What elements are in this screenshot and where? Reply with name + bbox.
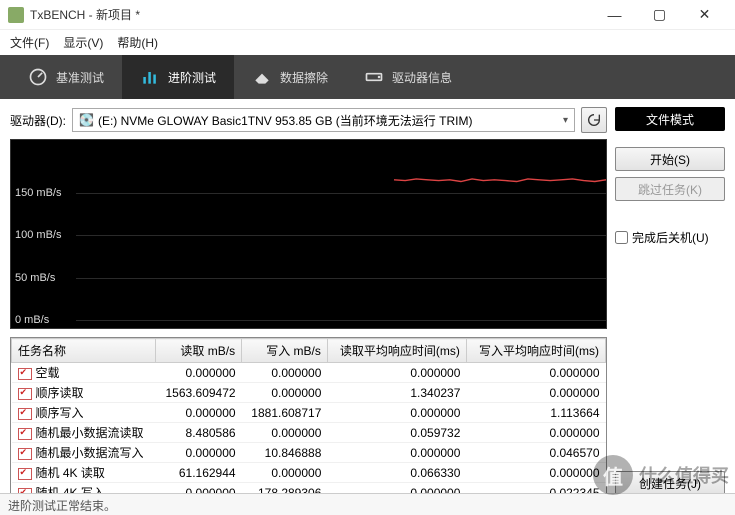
read-resp-cell: 0.059732 (327, 423, 466, 443)
menu-help[interactable]: 帮助(H) (117, 34, 158, 51)
read-resp-cell: 0.066330 (327, 463, 466, 483)
refresh-button[interactable] (581, 107, 607, 133)
file-mode-button[interactable]: 文件模式 (615, 107, 725, 131)
menu-bar: 文件(F) 显示(V) 帮助(H) (0, 30, 735, 55)
minimize-button[interactable]: — (592, 0, 637, 30)
table-row[interactable]: 随机最小数据流读取8.4805860.0000000.0597320.00000… (12, 423, 606, 443)
task-name-cell: 随机最小数据流写入 (12, 443, 156, 463)
read-cell: 8.480586 (156, 423, 242, 443)
drive-selected-text: (E:) NVMe GLOWAY Basic1TNV 953.85 GB (当前… (98, 112, 473, 129)
write-resp-cell: 0.000000 (466, 363, 605, 383)
table-row[interactable]: 顺序读取1563.6094720.0000001.3402370.000000 (12, 383, 606, 403)
table-row[interactable]: 随机 4K 读取61.1629440.0000000.0663300.00000… (12, 463, 606, 483)
write-cell: 0.000000 (242, 463, 328, 483)
results-table[interactable]: 任务名称 读取 mB/s 写入 mB/s 读取平均响应时间(ms) 写入平均响应… (10, 337, 607, 495)
col-task[interactable]: 任务名称 (12, 339, 156, 363)
disk-icon: 💽 (79, 113, 94, 127)
check-icon (18, 408, 32, 420)
throughput-chart: 0 mB/s50 mB/s100 mB/s150 mB/s (10, 139, 607, 329)
status-bar: 进阶测试正常结束。 (0, 493, 735, 515)
read-cell: 0.000000 (156, 443, 242, 463)
task-name-cell: 顺序写入 (12, 403, 156, 423)
tab-basic-test[interactable]: 基准测试 (10, 55, 122, 99)
write-resp-cell: 0.000000 (466, 463, 605, 483)
menu-file[interactable]: 文件(F) (10, 34, 49, 51)
col-write[interactable]: 写入 mB/s (242, 339, 328, 363)
tab-label: 基准测试 (56, 69, 104, 86)
close-button[interactable]: ✕ (682, 0, 727, 30)
col-read[interactable]: 读取 mB/s (156, 339, 242, 363)
task-name-cell: 随机最小数据流读取 (12, 423, 156, 443)
tab-erase[interactable]: 数据擦除 (234, 55, 346, 99)
tab-label: 进阶测试 (168, 69, 216, 86)
write-resp-cell: 0.000000 (466, 423, 605, 443)
write-cell: 0.000000 (242, 363, 328, 383)
read-cell: 1563.609472 (156, 383, 242, 403)
write-cell: 10.846888 (242, 443, 328, 463)
status-text: 进阶测试正常结束。 (8, 499, 116, 513)
app-icon (8, 7, 24, 23)
drive-icon (364, 67, 384, 87)
tab-label: 驱动器信息 (392, 69, 452, 86)
check-icon (18, 428, 32, 440)
write-cell: 0.000000 (242, 423, 328, 443)
gauge-icon (28, 67, 48, 87)
check-icon (18, 468, 32, 480)
shutdown-label: 完成后关机(U) (632, 229, 709, 246)
menu-view[interactable]: 显示(V) (63, 34, 103, 51)
read-resp-cell: 1.340237 (327, 383, 466, 403)
tab-label: 数据擦除 (280, 69, 328, 86)
tab-bar: 基准测试 进阶测试 数据擦除 驱动器信息 (0, 55, 735, 99)
read-cell: 61.162944 (156, 463, 242, 483)
task-name-cell: 顺序读取 (12, 383, 156, 403)
drive-label: 驱动器(D): (10, 112, 66, 129)
read-cell: 0.000000 (156, 403, 242, 423)
read-resp-cell: 0.000000 (327, 403, 466, 423)
bar-chart-icon (140, 67, 160, 87)
create-task-button[interactable]: 创建任务(J) (615, 471, 725, 495)
start-button[interactable]: 开始(S) (615, 147, 725, 171)
refresh-icon (586, 112, 602, 128)
task-name-cell: 空载 (12, 363, 156, 383)
tab-advanced-test[interactable]: 进阶测试 (122, 55, 234, 99)
table-row[interactable]: 顺序写入0.0000001881.6087170.0000001.113664 (12, 403, 606, 423)
table-row[interactable]: 随机最小数据流写入0.00000010.8468880.0000000.0465… (12, 443, 606, 463)
write-resp-cell: 1.113664 (466, 403, 605, 423)
write-resp-cell: 0.046570 (466, 443, 605, 463)
check-icon (18, 448, 32, 460)
read-resp-cell: 0.000000 (327, 363, 466, 383)
write-cell: 0.000000 (242, 383, 328, 403)
skip-task-button[interactable]: 跳过任务(K) (615, 177, 725, 201)
maximize-button[interactable]: ▢ (637, 0, 682, 30)
write-resp-cell: 0.000000 (466, 383, 605, 403)
check-icon (18, 368, 32, 380)
col-write-resp[interactable]: 写入平均响应时间(ms) (466, 339, 605, 363)
chevron-down-icon: ▾ (563, 115, 568, 126)
eraser-icon (252, 67, 272, 87)
read-resp-cell: 0.000000 (327, 443, 466, 463)
drive-select[interactable]: 💽 (E:) NVMe GLOWAY Basic1TNV 953.85 GB (… (72, 108, 575, 132)
write-cell: 1881.608717 (242, 403, 328, 423)
read-cell: 0.000000 (156, 363, 242, 383)
window-title: TxBENCH - 新项目 * (30, 6, 592, 23)
task-name-cell: 随机 4K 读取 (12, 463, 156, 483)
col-read-resp[interactable]: 读取平均响应时间(ms) (327, 339, 466, 363)
tab-driver-info[interactable]: 驱动器信息 (346, 55, 470, 99)
check-icon (18, 388, 32, 400)
table-row[interactable]: 空载0.0000000.0000000.0000000.000000 (12, 363, 606, 383)
shutdown-checkbox[interactable] (615, 231, 628, 244)
